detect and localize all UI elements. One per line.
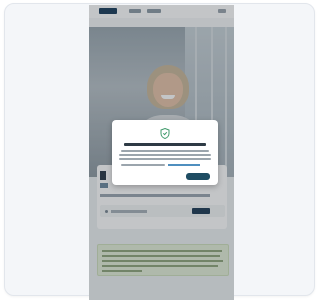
modal-text-line bbox=[121, 150, 209, 152]
modal-text-line bbox=[119, 154, 211, 156]
modal-text-line bbox=[119, 158, 211, 160]
privacy-policy-link[interactable] bbox=[168, 164, 200, 166]
modal-text-line bbox=[121, 164, 165, 166]
accept-button[interactable] bbox=[186, 173, 210, 180]
modal-title bbox=[124, 143, 206, 146]
shield-check-icon bbox=[160, 128, 170, 139]
